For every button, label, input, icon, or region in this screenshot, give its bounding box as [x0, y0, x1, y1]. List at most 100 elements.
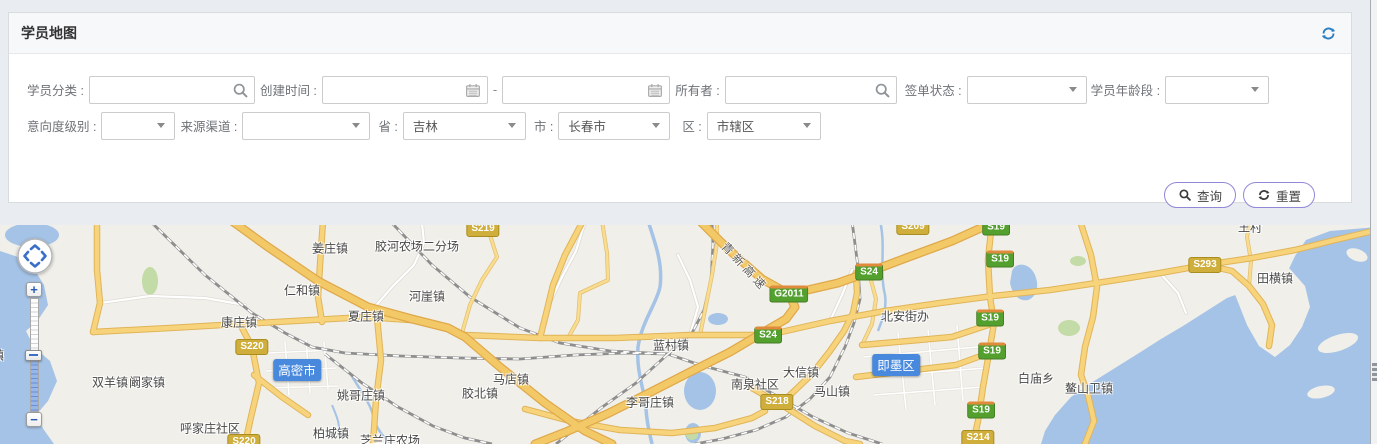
- filter-actions: 查询 重置: [1164, 182, 1315, 208]
- city-select[interactable]: 长春市: [558, 112, 670, 140]
- filter-form: 学员分类 : 创建时间 : -: [9, 75, 1351, 223]
- owner-label: 所有者 :: [675, 80, 719, 99]
- student-category-input-wrap: [89, 76, 255, 104]
- district-label: 区 :: [682, 116, 701, 135]
- student-category-input[interactable]: [90, 77, 254, 103]
- province-value: 吉林: [413, 116, 438, 135]
- search-icon[interactable]: [232, 82, 249, 104]
- road-badge: S218: [760, 394, 793, 410]
- search-icon[interactable]: [874, 82, 891, 104]
- map-town-label: 李哥庄镇: [626, 394, 674, 411]
- zoom-in-button[interactable]: +: [26, 282, 42, 297]
- date-range-separator: -: [493, 82, 497, 97]
- create-time-to-input[interactable]: [503, 77, 669, 103]
- filter-row-2: 意向度级别 : 来源渠道 : 省 : 吉林 市 : 长春市: [9, 111, 1351, 140]
- road-badge: S209: [896, 225, 929, 235]
- map-town-label: 芝兰庄农场: [360, 432, 420, 444]
- map-town-label: 胶河农场二分场: [375, 238, 459, 255]
- road-badge: S19: [976, 310, 1004, 327]
- page-scrollbar[interactable]: [1370, 0, 1377, 444]
- chevron-down-icon: [1251, 87, 1259, 92]
- source-channel-select[interactable]: [242, 112, 370, 140]
- calendar-icon[interactable]: [464, 82, 482, 104]
- map-town-label: 马山镇: [814, 383, 850, 400]
- scrollbar-thumb[interactable]: [1372, 363, 1377, 381]
- road-badge: S19: [967, 402, 995, 419]
- source-channel-label: 来源渠道 :: [180, 116, 237, 135]
- zoom-slider-handle[interactable]: [25, 350, 42, 361]
- page-title: 学员地图: [21, 23, 77, 43]
- map-town-label: 姜庄镇: [312, 240, 348, 257]
- road-badge: S19: [978, 343, 1006, 360]
- chevron-down-icon: [352, 123, 360, 128]
- chevron-down-icon: [157, 123, 165, 128]
- road-badge: S214: [961, 430, 994, 444]
- map-town-label: 镇: [0, 347, 4, 364]
- create-time-from-input[interactable]: [323, 77, 487, 103]
- map-town-label: 蓝村镇: [653, 337, 689, 354]
- road-badge: S19: [986, 251, 1014, 268]
- zoom-slider-fill: [31, 361, 38, 411]
- province-select[interactable]: 吉林: [403, 112, 526, 140]
- map-city-label: 高密市: [273, 359, 321, 381]
- map-town-label: 阚家镇: [129, 374, 165, 391]
- map-town-label: 胶北镇: [462, 385, 498, 402]
- query-button[interactable]: 查询: [1164, 182, 1236, 208]
- road-badge: S293: [1188, 257, 1221, 273]
- filter-row-1: 学员分类 : 创建时间 : -: [9, 75, 1351, 104]
- sign-status-label: 签单状态 :: [905, 80, 962, 99]
- province-label: 省 :: [378, 116, 397, 135]
- map-town-label: 河崖镇: [409, 288, 445, 305]
- owner-input[interactable]: [726, 77, 896, 103]
- district-select[interactable]: 市辖区: [707, 112, 821, 140]
- chevron-down-icon: [803, 123, 811, 128]
- intention-level-select[interactable]: [101, 112, 175, 140]
- search-icon: [1178, 188, 1192, 202]
- map-town-label: 王村: [1238, 225, 1262, 236]
- road-badge: G2011: [769, 286, 808, 303]
- map-town-label: 北安街办: [881, 308, 929, 325]
- reset-button[interactable]: 重置: [1243, 182, 1315, 208]
- sign-status-select[interactable]: [967, 76, 1087, 104]
- chevron-down-icon: [1069, 87, 1077, 92]
- road-badge: S220: [235, 339, 268, 355]
- road-badge: S220: [227, 434, 260, 444]
- map-labels-layer: 姜庄镇胶河农场二分场仁和镇河崖镇康庄镇夏庄镇双羊镇阚家镇呼家庄社区姚哥庄镇柏城镇…: [0, 225, 1377, 444]
- create-time-to-wrap: [502, 76, 670, 104]
- student-age-label: 学员年龄段 :: [1091, 80, 1160, 99]
- map-town-label: 鳌山卫镇: [1065, 380, 1113, 397]
- road-badge: S24: [855, 264, 883, 281]
- calendar-icon[interactable]: [646, 82, 664, 104]
- map-town-label: 仁和镇: [284, 282, 320, 299]
- district-value: 市辖区: [717, 116, 755, 135]
- student-category-label: 学员分类 :: [27, 80, 84, 99]
- map-town-label: 姚哥庄镇: [337, 387, 385, 404]
- map-town-label: 双羊镇: [92, 374, 128, 391]
- filter-panel: 学员地图 学员分类 :: [8, 12, 1352, 203]
- map-town-label: 夏庄镇: [348, 308, 384, 325]
- road-badge: S24: [754, 327, 782, 344]
- panel-header: 学员地图: [9, 13, 1351, 54]
- map-town-label: 白庙乡: [1018, 370, 1054, 387]
- city-label: 市 :: [534, 116, 553, 135]
- map-town-label: 马店镇: [493, 371, 529, 388]
- map-town-label: 康庄镇: [221, 314, 257, 331]
- refresh-icon: [1257, 188, 1271, 202]
- panel-refresh-icon[interactable]: [1320, 25, 1337, 42]
- map-town-label: 大信镇: [783, 364, 819, 381]
- student-age-select[interactable]: [1165, 76, 1269, 104]
- intention-level-label: 意向度级别 :: [27, 116, 96, 135]
- owner-input-wrap: [725, 76, 897, 104]
- road-badge: S19: [982, 225, 1010, 236]
- map-canvas[interactable]: 姜庄镇胶河农场二分场仁和镇河崖镇康庄镇夏庄镇双羊镇阚家镇呼家庄社区姚哥庄镇柏城镇…: [0, 225, 1377, 444]
- city-value: 长春市: [568, 116, 606, 135]
- zoom-out-button[interactable]: −: [26, 412, 42, 427]
- map-pan-control[interactable]: [17, 238, 53, 274]
- road-badge: S219: [466, 225, 499, 237]
- create-time-label: 创建时间 :: [260, 80, 317, 99]
- chevron-down-icon: [508, 123, 516, 128]
- map-town-label: 田横镇: [1257, 270, 1293, 287]
- chevron-down-icon: [652, 123, 660, 128]
- map-city-label: 即墨区: [872, 354, 920, 376]
- map-town-label: 南泉社区: [731, 376, 779, 393]
